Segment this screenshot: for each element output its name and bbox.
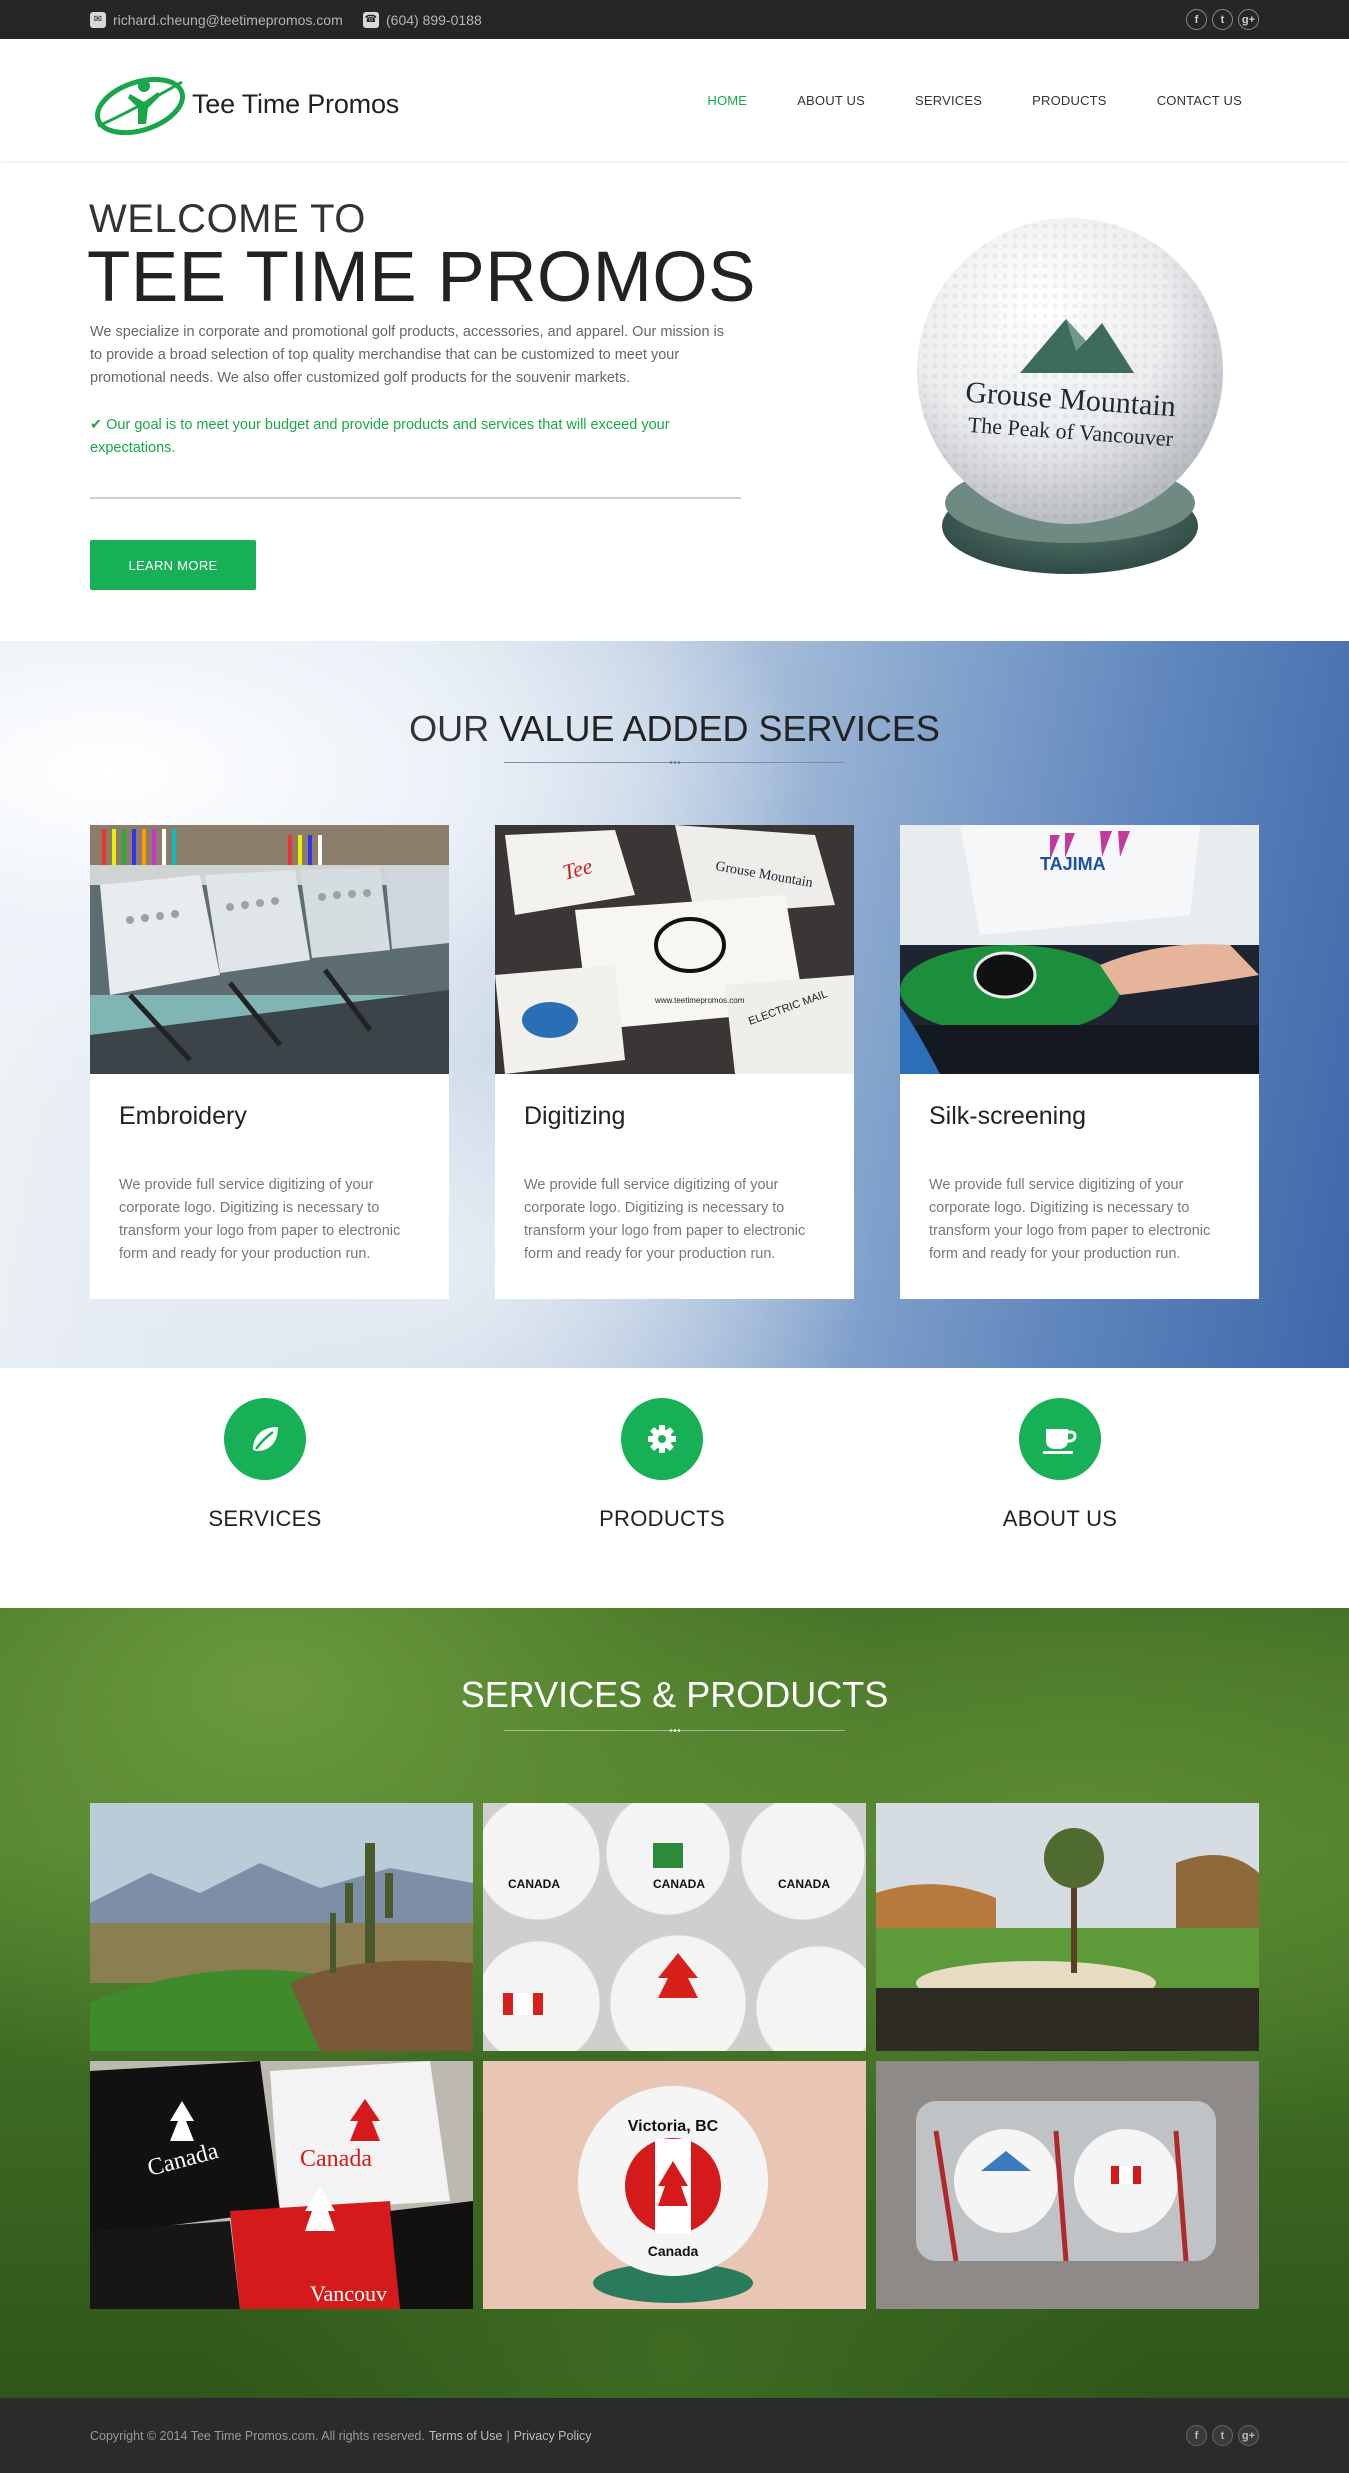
service-card-embroidery[interactable]: Embroidery We provide full service digit… <box>90 825 449 1299</box>
services-products-title-bold: SERVICES & <box>460 1674 677 1715</box>
service-card-digitizing[interactable]: Tee Grouse Mountain www.teetimepromos.co… <box>495 825 854 1299</box>
embroidery-machines-photo <box>90 825 449 1074</box>
privacy-policy-link[interactable]: Privacy Policy <box>514 2429 592 2443</box>
services-products-title: SERVICES & PRODUCTS <box>0 1674 1349 1716</box>
value-services-title-bold: VALUE ADDED SERVICES <box>499 708 940 749</box>
hero-goal: ✔ Our goal is to meet your budget and pro… <box>90 414 730 460</box>
phone-contact[interactable]: ☎ (604) 899-0188 <box>363 0 482 39</box>
svg-text:Victoria, BC: Victoria, BC <box>628 2118 719 2135</box>
svg-text:Vancouv: Vancouv <box>310 2281 387 2306</box>
copyright-text: Copyright © 2014 Tee Time Promos.com. Al… <box>90 2428 425 2443</box>
hero-section: WELCOME TO TEE TIME PROMOS We specialize… <box>0 161 1349 641</box>
google-plus-icon[interactable]: g+ <box>1238 2425 1259 2446</box>
site-footer: Copyright © 2014 Tee Time Promos.com. Al… <box>0 2398 1349 2473</box>
learn-more-button[interactable]: LEARN MORE <box>90 540 256 590</box>
footer-separator: | <box>506 2428 510 2443</box>
nav-services[interactable]: SERVICES <box>890 93 1007 108</box>
nav-contact-us[interactable]: CONTACT US <box>1132 93 1259 108</box>
google-plus-icon[interactable]: g+ <box>1238 9 1259 30</box>
phone-icon: ☎ <box>363 11 379 28</box>
svg-text:TAJIMA: TAJIMA <box>1040 854 1106 874</box>
svg-text:CANADA: CANADA <box>778 1877 830 1891</box>
main-nav: HOME ABOUT US SERVICES PRODUCTS CONTACT … <box>682 39 1259 161</box>
envelope-icon: ✉ <box>90 11 106 28</box>
nav-products[interactable]: PRODUCTS <box>1007 93 1132 108</box>
services-products-section: SERVICES & PRODUCTS CANADA CANADA CANADA <box>0 1608 1349 2398</box>
title-divider <box>504 1728 845 1733</box>
hero-description: We specialize in corporate and promotion… <box>90 324 725 386</box>
logo-text: Tee Time Promos <box>192 88 400 119</box>
email-text[interactable]: richard.cheung@teetimepromos.com <box>113 12 343 28</box>
feature-about-us[interactable]: ABOUT US <box>960 1398 1160 1532</box>
card-text: We provide full service digitizing of yo… <box>929 1177 1211 1262</box>
card-title: Embroidery <box>119 1102 247 1130</box>
twitter-icon[interactable]: t <box>1212 2425 1233 2446</box>
services-products-title-light: PRODUCTS <box>686 1674 889 1715</box>
service-card-silk-screening[interactable]: TAJIMA Silk-screening We provide full se… <box>900 825 1259 1299</box>
card-title: Digitizing <box>524 1102 626 1130</box>
checkmark-icon: ✔ <box>90 417 103 433</box>
feature-label[interactable]: ABOUT US <box>960 1506 1160 1532</box>
hero-divider <box>90 497 741 499</box>
facebook-icon[interactable]: f <box>1186 2425 1207 2446</box>
value-services-title-light: OUR <box>409 708 490 749</box>
svg-text:CANADA: CANADA <box>653 1877 705 1891</box>
nav-about-us[interactable]: ABOUT US <box>772 93 890 108</box>
svg-text:CANADA: CANADA <box>508 1877 560 1891</box>
features-row: SERVICES PRODUCTS ABOUT US <box>0 1368 1349 1608</box>
silk-screen-machine-photo: TAJIMA <box>900 825 1259 1074</box>
twitter-icon[interactable]: t <box>1212 9 1233 30</box>
gear-icon[interactable] <box>621 1398 703 1480</box>
gallery-victoria-golf-ball[interactable]: Victoria, BC Canada <box>483 2061 866 2309</box>
footer-social-links: f t g+ <box>1186 2425 1259 2446</box>
terms-of-use-link[interactable]: Terms of Use <box>429 2429 503 2443</box>
embroidered-patches-photo: Tee Grouse Mountain www.teetimepromos.co… <box>495 825 854 1074</box>
nav-home[interactable]: HOME <box>682 93 772 108</box>
hero-pre-title: WELCOME TO <box>89 197 366 241</box>
title-divider <box>504 760 845 765</box>
golfer-logo-icon <box>95 76 185 136</box>
site-logo[interactable]: Tee Time Promos <box>90 64 399 136</box>
feature-products[interactable]: PRODUCTS <box>562 1398 762 1532</box>
svg-text:Canada: Canada <box>648 2243 699 2259</box>
svg-text:Canada: Canada <box>300 2146 372 2172</box>
email-contact[interactable]: ✉ richard.cheung@teetimepromos.com <box>90 0 343 39</box>
site-header: Tee Time Promos HOME ABOUT US SERVICES P… <box>0 39 1349 161</box>
footer-copyright: Copyright © 2014 Tee Time Promos.com. Al… <box>90 2398 596 2473</box>
gallery-canada-towels[interactable]: Canada Canada Vancouv <box>90 2061 473 2309</box>
card-title: Silk-screening <box>929 1102 1087 1130</box>
hero-goal-text: Our goal is to meet your budget and prov… <box>90 417 670 456</box>
gallery-canada-golf-balls[interactable]: CANADA CANADA CANADA <box>483 1803 866 2051</box>
coffee-cup-icon[interactable] <box>1019 1398 1101 1480</box>
svg-text:www.teetimepromos.com: www.teetimepromos.com <box>654 996 745 1005</box>
gallery-packaged-gift-set[interactable] <box>876 2061 1259 2309</box>
feature-label[interactable]: PRODUCTS <box>562 1506 762 1532</box>
phone-text[interactable]: (604) 899-0188 <box>386 12 482 28</box>
hero-golf-ball-image: Grouse Mountain The Peak of Vancouver <box>880 191 1260 601</box>
feature-label[interactable]: SERVICES <box>165 1506 365 1532</box>
gallery-desert-course[interactable] <box>90 1803 473 2051</box>
facebook-icon[interactable]: f <box>1186 9 1207 30</box>
feature-services[interactable]: SERVICES <box>165 1398 365 1532</box>
card-text: We provide full service digitizing of yo… <box>524 1177 806 1262</box>
value-added-services-section: OUR VALUE ADDED SERVICES Embroidery We p… <box>0 641 1349 1368</box>
top-social-links: f t g+ <box>1186 9 1259 30</box>
top-bar: ✉ richard.cheung@teetimepromos.com ☎ (60… <box>0 0 1349 39</box>
gallery-palm-course[interactable] <box>876 1803 1259 2051</box>
value-services-title: OUR VALUE ADDED SERVICES <box>0 708 1349 750</box>
hero-title: TEE TIME PROMOS <box>87 238 756 317</box>
card-text: We provide full service digitizing of yo… <box>119 1177 401 1262</box>
leaf-icon[interactable] <box>224 1398 306 1480</box>
